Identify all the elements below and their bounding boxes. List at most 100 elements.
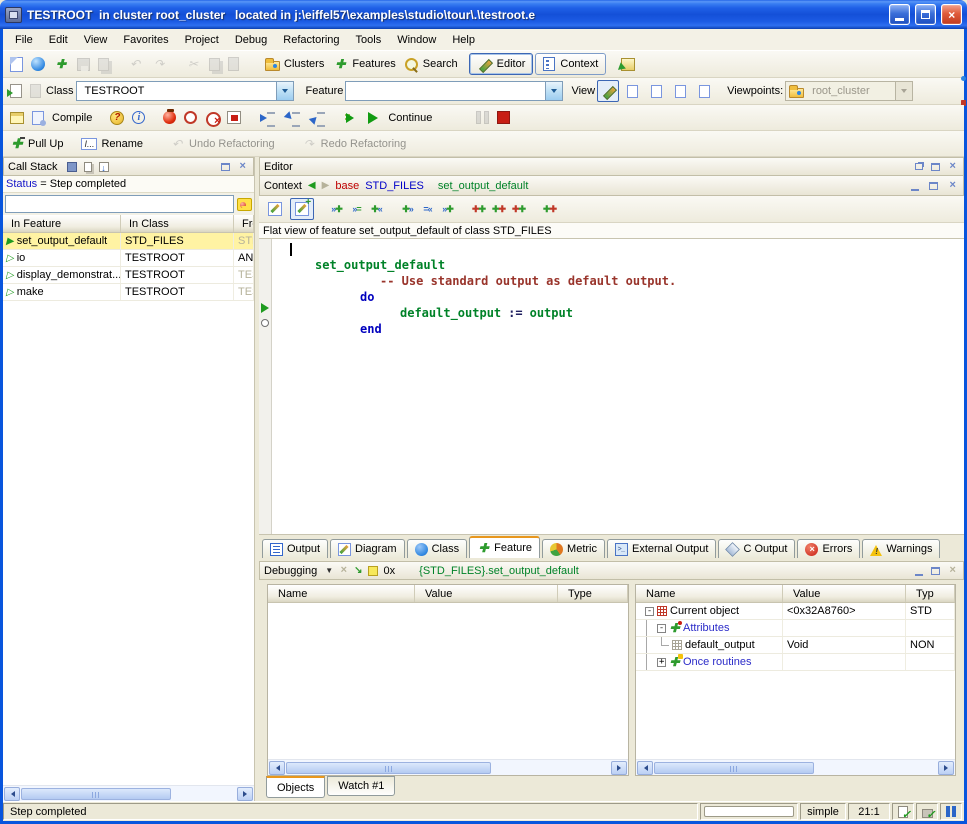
debugging-dropdown-icon[interactable]: ▼ bbox=[325, 566, 333, 575]
menu-edit[interactable]: Edit bbox=[41, 30, 76, 50]
object-row-current[interactable]: Current object <0x32A8760> STD bbox=[636, 603, 955, 620]
open-button[interactable] bbox=[28, 55, 48, 73]
column-in-feature[interactable]: In Feature bbox=[3, 215, 121, 232]
history-button[interactable] bbox=[27, 82, 44, 100]
copy-button[interactable] bbox=[206, 56, 223, 73]
save-all-button[interactable] bbox=[95, 56, 112, 73]
creators-button[interactable]: ✚✚ bbox=[541, 201, 558, 217]
breakpoint-slot-icon[interactable] bbox=[261, 319, 269, 327]
object-row-attributes[interactable]: ✚Attributes bbox=[636, 620, 955, 637]
compilation-error-help-button[interactable]: ? bbox=[107, 109, 127, 127]
scroll-right-button[interactable] bbox=[237, 787, 253, 801]
resize-icon[interactable]: ↘ bbox=[354, 565, 362, 576]
menu-view[interactable]: View bbox=[76, 30, 116, 50]
menu-refactoring[interactable]: Refactoring bbox=[275, 30, 347, 50]
call-stack-close-button[interactable]: × bbox=[236, 160, 249, 173]
call-stack-row[interactable]: ▶set_output_default STD_FILES STD_ bbox=[3, 233, 254, 250]
context-minimize-button[interactable] bbox=[908, 179, 921, 192]
debugging-close-button[interactable]: × bbox=[946, 564, 959, 577]
tab-c-output[interactable]: C Output bbox=[718, 539, 795, 558]
project-settings-button[interactable] bbox=[7, 110, 27, 126]
stop-button[interactable] bbox=[494, 109, 513, 126]
undo-button[interactable]: ↶ bbox=[124, 54, 146, 74]
pause-button[interactable] bbox=[473, 109, 492, 126]
tab-feature[interactable]: ✚Feature bbox=[469, 536, 540, 558]
scroll-left-button[interactable] bbox=[4, 787, 20, 801]
tab-watch-1[interactable]: Watch #1 bbox=[327, 776, 395, 796]
column-value[interactable]: Value bbox=[415, 585, 558, 602]
call-stack-import-button[interactable]: ↓ bbox=[98, 161, 110, 173]
objects-table-hscrollbar[interactable] bbox=[636, 759, 955, 775]
back-icon[interactable]: ◀ bbox=[308, 180, 316, 191]
ancestors-button[interactable]: »✚ bbox=[328, 201, 345, 217]
system-info-button[interactable]: i bbox=[129, 109, 148, 126]
hex-toggle[interactable]: 0x bbox=[384, 565, 396, 577]
add-item-button[interactable]: ✚ bbox=[50, 54, 72, 74]
menu-help[interactable]: Help bbox=[444, 30, 483, 50]
menu-project[interactable]: Project bbox=[177, 30, 227, 50]
menu-file[interactable]: File bbox=[7, 30, 41, 50]
maximize-button[interactable] bbox=[915, 4, 936, 25]
compile-button[interactable]: Compile bbox=[49, 110, 95, 126]
clients-button[interactable]: ✚« bbox=[368, 201, 385, 217]
check-compile-button[interactable] bbox=[916, 803, 938, 820]
view-basic-button[interactable] bbox=[597, 80, 619, 102]
search-button[interactable]: Search bbox=[401, 55, 461, 74]
tab-warnings[interactable]: Warnings bbox=[862, 539, 940, 558]
tab-objects[interactable]: Objects bbox=[266, 776, 325, 798]
editor-gutter[interactable] bbox=[259, 239, 272, 534]
step-into-button[interactable] bbox=[281, 109, 304, 127]
step-over-button[interactable] bbox=[256, 109, 279, 127]
tab-external-output[interactable]: >_External Output bbox=[607, 539, 716, 558]
view-flat-button[interactable] bbox=[645, 80, 667, 102]
column-type[interactable]: Typ bbox=[906, 585, 955, 602]
basic-text-view-button[interactable] bbox=[263, 198, 287, 220]
new-document-button[interactable] bbox=[7, 55, 26, 74]
run-to-cursor-button[interactable] bbox=[341, 109, 363, 127]
exception-dialog-icon[interactable] bbox=[237, 198, 252, 211]
forward-icon[interactable]: ▶ bbox=[322, 180, 330, 191]
redo-refactoring-button[interactable]: ↷Redo Refactoring bbox=[298, 134, 410, 154]
call-stack-filter-input[interactable] bbox=[5, 195, 234, 213]
callees-button[interactable]: ✚✚ bbox=[490, 201, 507, 217]
object-row-once[interactable]: ✚Once routines bbox=[636, 654, 955, 671]
menu-debug[interactable]: Debug bbox=[227, 30, 275, 50]
scroll-right-button[interactable] bbox=[611, 761, 627, 775]
editor-close-button[interactable]: × bbox=[946, 160, 959, 173]
expand-icon[interactable] bbox=[657, 658, 666, 667]
minimize-button[interactable] bbox=[889, 4, 910, 25]
breadcrumb-class[interactable]: STD_FILES bbox=[365, 180, 424, 192]
assigners-button[interactable]: ✚✚ bbox=[510, 201, 527, 217]
close-button[interactable]: × bbox=[941, 4, 962, 25]
watch-table-hscrollbar[interactable] bbox=[268, 759, 628, 775]
compile-icon-button[interactable] bbox=[29, 109, 47, 127]
column-name[interactable]: Name bbox=[268, 585, 415, 602]
debugging-minimize-button[interactable] bbox=[912, 564, 925, 577]
column-type[interactable]: Type bbox=[558, 585, 628, 602]
external-commands-button[interactable] bbox=[618, 56, 638, 73]
freeze-indicator[interactable] bbox=[940, 803, 962, 820]
cut-button[interactable]: ✂ bbox=[182, 54, 204, 74]
tab-diagram[interactable]: Diagram bbox=[330, 539, 405, 558]
view-clickable-button[interactable] bbox=[621, 80, 643, 102]
paste-button[interactable] bbox=[225, 55, 242, 73]
menu-window[interactable]: Window bbox=[389, 30, 444, 50]
menu-favorites[interactable]: Favorites bbox=[115, 30, 176, 50]
call-stack-row[interactable]: ▷make TESTROOT TEST bbox=[3, 284, 254, 301]
call-stack-row[interactable]: ▷display_demonstrat... TESTROOT TEST bbox=[3, 267, 254, 284]
enable-breakpoints-button[interactable] bbox=[160, 109, 179, 126]
breadcrumb-feature[interactable]: set_output_default bbox=[438, 180, 529, 192]
pull-up-button[interactable]: ✚Pull Up bbox=[7, 135, 66, 153]
descendants-button[interactable]: »= bbox=[348, 201, 365, 217]
feature-combobox[interactable] bbox=[345, 81, 563, 101]
editor-toggle-button[interactable]: Editor bbox=[469, 53, 534, 75]
view-contract-button[interactable] bbox=[669, 80, 691, 102]
call-stack-copy-button[interactable] bbox=[82, 161, 94, 173]
objects-table-body[interactable]: Current object <0x32A8760> STD ✚Attribut… bbox=[636, 603, 955, 759]
show-breakpoints-button[interactable] bbox=[224, 109, 244, 126]
column-from[interactable]: From bbox=[234, 215, 254, 232]
call-stack-maximize-button[interactable] bbox=[219, 160, 232, 173]
column-name[interactable]: Name bbox=[636, 585, 783, 602]
disable-breakpoints-button[interactable] bbox=[181, 109, 200, 126]
clusters-button[interactable]: Clusters bbox=[262, 55, 327, 73]
